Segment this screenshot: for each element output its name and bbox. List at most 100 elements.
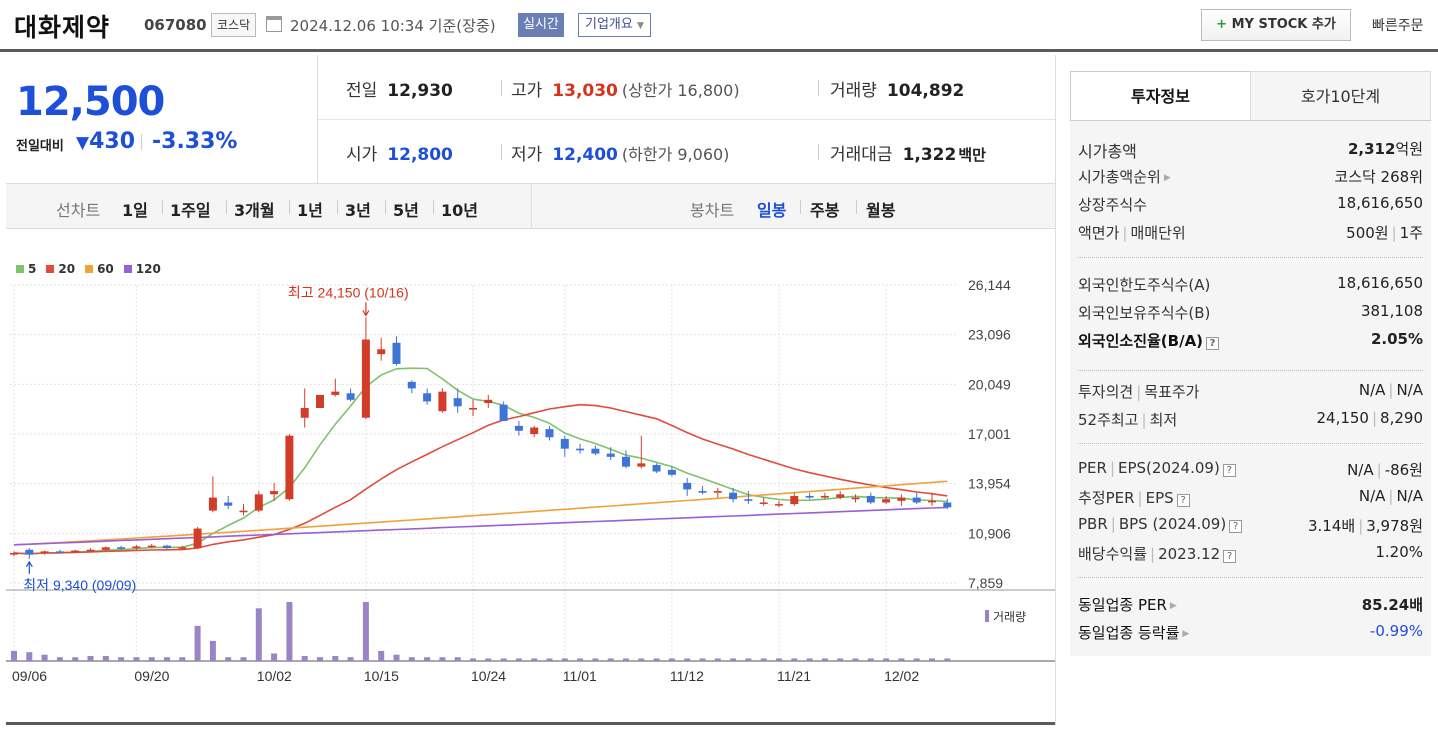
candle-body	[499, 404, 508, 421]
foreign-ratio-row: 외국인소진율(B/A)? 2.05%	[1078, 330, 1423, 350]
candle-body	[637, 463, 646, 467]
current-price-box: 12,500 전일대비 ▼430 -3.33%	[6, 55, 318, 183]
volume-bar	[72, 657, 79, 661]
ma-legend: 5 20 60 120	[16, 262, 171, 276]
candle-body	[622, 456, 630, 467]
candle-body	[101, 547, 110, 550]
volume-bar	[760, 658, 767, 661]
current-price: 12,500	[16, 79, 165, 125]
line-chart-label: 선차트	[56, 201, 101, 220]
period-option[interactable]: 3개월	[234, 197, 275, 221]
candle-body	[744, 499, 753, 501]
min-annotation: 최저 9,340 (09/09)	[23, 577, 136, 593]
candle-body	[423, 393, 432, 402]
candle-body	[10, 552, 18, 555]
legend-item: 60	[85, 262, 114, 276]
candle-body	[866, 495, 875, 503]
candle-body	[820, 495, 829, 498]
help-icon[interactable]: ?	[1206, 337, 1220, 350]
period-option[interactable]: 10년	[441, 197, 478, 221]
help-icon[interactable]: ?	[1222, 464, 1236, 477]
help-icon[interactable]: ?	[1229, 520, 1243, 533]
candle-body	[790, 495, 799, 505]
company-name: 대화제약	[14, 13, 111, 42]
divider	[141, 134, 142, 150]
x-tick-label: 09/06	[12, 668, 47, 684]
period-option[interactable]: 1일	[122, 197, 148, 221]
candle-body	[484, 399, 493, 404]
realtime-button[interactable]: 실시간	[518, 13, 564, 37]
candlestick-chart[interactable]: 26,144 23,096 20,049 17,001 13,954 10,906 7,85…	[6, 255, 1056, 725]
volume-bar	[41, 654, 48, 661]
volume-bar	[592, 658, 599, 661]
invest-info-body: 시가총액 2,312억원 시가총액순위 ▶ 코스닥 268위 상장주식수 18,6…	[1070, 120, 1431, 656]
market-badge: 코스닥	[211, 13, 257, 37]
volume-bar	[240, 657, 247, 661]
candle-body	[514, 425, 523, 431]
tab-invest-info[interactable]: 투자정보	[1070, 71, 1251, 121]
stock-header: 대화제약 067080 코스닥 2024.12.06 10:34 기준(장중) …	[0, 0, 1438, 52]
sector-change-row[interactable]: 동일업종 등락률 ▶ -0.99%	[1078, 620, 1423, 644]
candle-body	[453, 398, 462, 407]
y-tick-label: 20,049	[968, 376, 1011, 392]
day-high: 고가 13,030 (상한가 16,800)	[511, 81, 740, 101]
candle-body	[713, 491, 722, 493]
volume-legend-label: 거래량	[993, 610, 1026, 624]
period-option[interactable]: 3년	[345, 197, 371, 221]
volume-bar	[225, 657, 232, 661]
candle-body	[775, 504, 783, 506]
par-value-row: 액면가 | 매매단위 500원 | 1주	[1078, 224, 1423, 242]
volume-bar	[424, 657, 431, 661]
est-per-row: 추정PER | EPS? N/A | N/A	[1078, 487, 1423, 507]
candle-body	[928, 500, 936, 503]
candle-option[interactable]: 주봉	[810, 197, 839, 221]
quick-order-link[interactable]: 빠른주문	[1372, 15, 1424, 35]
candle-body	[759, 502, 768, 504]
company-info-dropdown[interactable]: 기업개요 ▼	[578, 13, 651, 37]
period-option[interactable]: 1주일	[170, 197, 211, 221]
candle-body	[652, 464, 661, 472]
volume-bar	[913, 658, 920, 661]
down-triangle-icon: ▼	[76, 133, 90, 153]
candle-body	[882, 499, 891, 503]
plus-icon: +	[1216, 17, 1228, 32]
investment-panel: 투자정보 호가10단계 시가총액 2,312억원 시가총액순위 ▶ 코스닥 268…	[1070, 71, 1431, 656]
sector-per-row[interactable]: 동일업종 PER ▶ 85.24배	[1078, 592, 1423, 616]
tab-hoga-10[interactable]: 호가10단계	[1250, 71, 1431, 121]
volume-bar	[87, 655, 94, 661]
candle-option[interactable]: 일봉	[757, 197, 786, 221]
candle-body	[698, 491, 707, 493]
volume-bar	[102, 655, 109, 661]
candle-body	[25, 549, 34, 555]
market-cap-rank-row[interactable]: 시가총액순위 ▶ 코스닥 268위	[1078, 164, 1423, 188]
legend-swatch	[46, 265, 55, 273]
period-option[interactable]: 5년	[393, 197, 419, 221]
help-icon[interactable]: ?	[1176, 494, 1190, 507]
volume-bar	[362, 602, 369, 661]
stock-code: 067080	[144, 16, 207, 34]
period-option[interactable]: 1년	[297, 197, 323, 221]
calendar-icon	[266, 16, 282, 32]
chevron-down-icon: ▼	[636, 21, 644, 31]
candle-body	[270, 491, 279, 495]
candle-body	[530, 427, 539, 435]
candle-body	[545, 429, 554, 438]
ma120-line	[13, 506, 948, 546]
volume-bar	[806, 658, 813, 661]
volume-bar	[301, 655, 308, 661]
candle-option[interactable]: 월봉	[866, 197, 895, 221]
ma20-line	[13, 403, 948, 555]
candle-body	[346, 393, 355, 400]
volume-bar	[929, 658, 935, 661]
x-tick-label: 09/20	[134, 668, 169, 684]
volume-bar	[883, 658, 890, 661]
help-icon[interactable]: ?	[1223, 550, 1237, 563]
per-eps-row: PER | EPS(2024.09)? N/A | -86원	[1078, 459, 1423, 479]
volume: 거래량 104,892	[830, 81, 965, 101]
y-tick-label: 26,144	[968, 277, 1011, 293]
add-mystock-button[interactable]: + MY STOCK 추가	[1201, 9, 1351, 41]
volume-bar	[837, 658, 844, 661]
candle-body	[71, 550, 80, 553]
stock-chart[interactable]: 26,144 23,096 20,049 17,001 13,954 10,906 7,85…	[6, 255, 1056, 725]
volume-bar	[668, 658, 675, 661]
